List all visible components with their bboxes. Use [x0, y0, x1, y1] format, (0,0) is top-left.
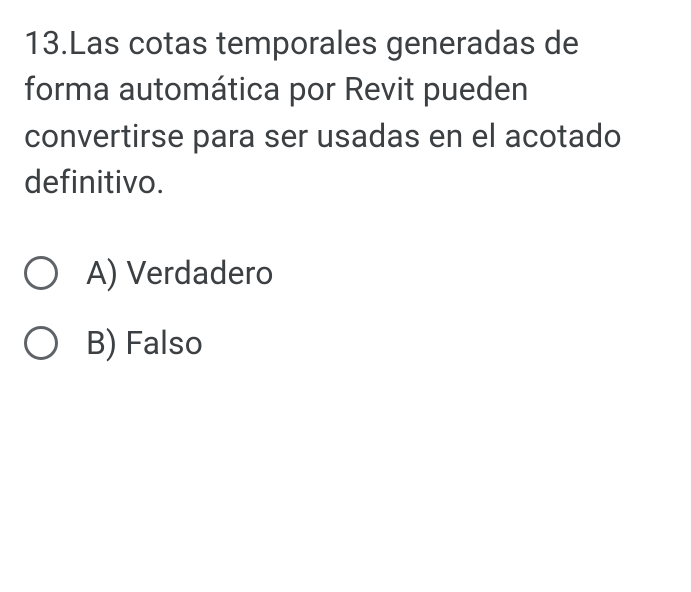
option-label: A) Verdadero	[86, 254, 274, 292]
option-a[interactable]: A) Verdadero	[24, 254, 667, 292]
option-label: B) Falso	[86, 324, 203, 362]
options-list: A) Verdadero B) Falso	[24, 254, 667, 362]
radio-icon	[24, 256, 58, 290]
radio-icon	[24, 326, 58, 360]
question-text: 13.Las cotas temporales generadas de for…	[24, 20, 667, 206]
option-b[interactable]: B) Falso	[24, 324, 667, 362]
